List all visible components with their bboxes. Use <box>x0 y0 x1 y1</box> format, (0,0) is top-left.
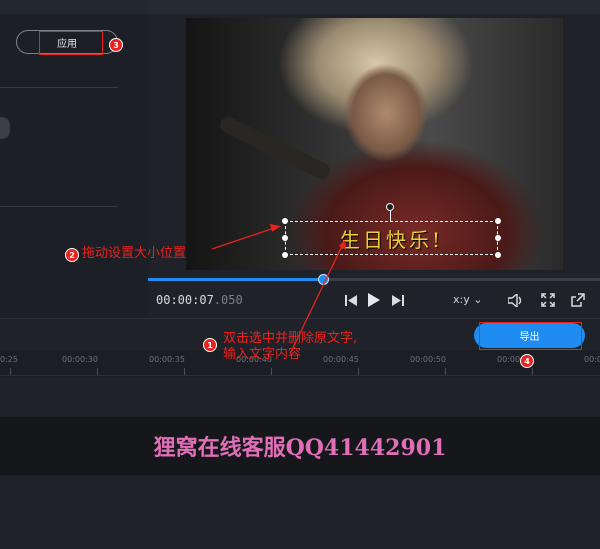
step-4-marker: 4 <box>520 354 534 368</box>
step-2-text: 拖动设置大小位置 <box>82 246 187 261</box>
step-1-text-line1: 双击选中并删除原文字, <box>223 331 358 346</box>
step-1-marker: 1 <box>203 338 217 352</box>
step-3-marker: 3 <box>109 38 123 52</box>
step-2-marker: 2 <box>65 248 79 262</box>
step-1-text-line2: 输入文字内容 <box>223 347 302 362</box>
annotation-arrows <box>211 224 346 355</box>
